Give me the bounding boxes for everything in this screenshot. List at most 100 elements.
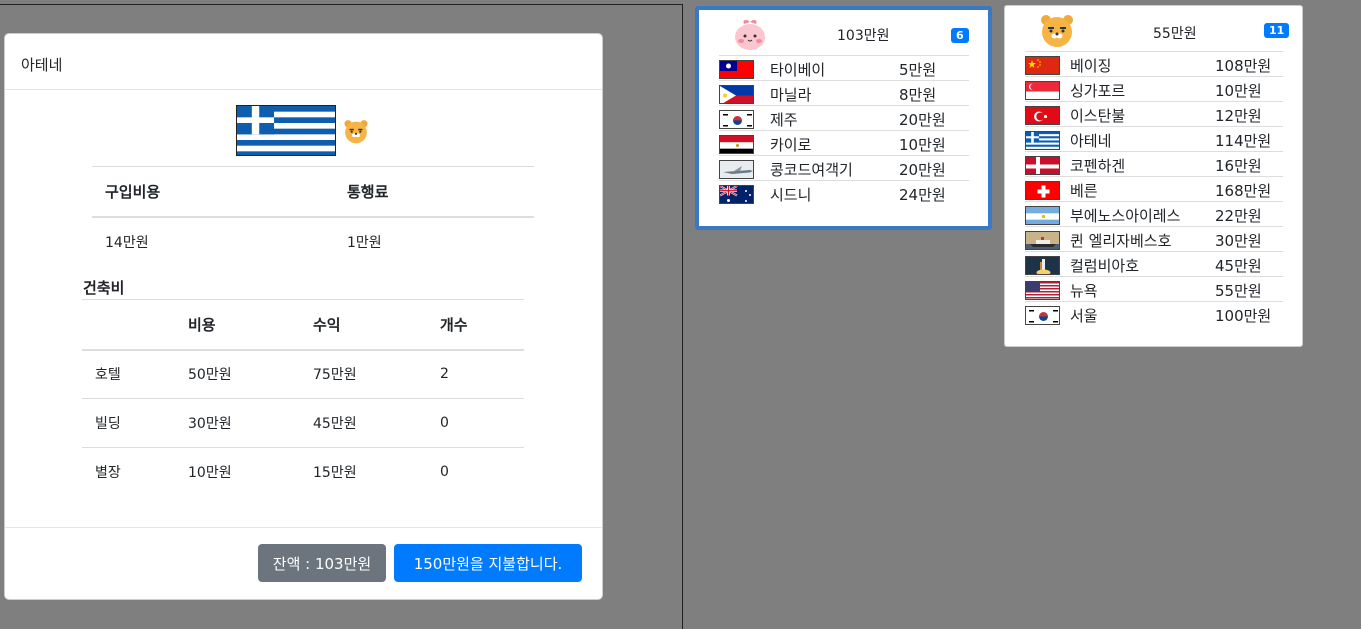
columbia-shuttle-icon: [1025, 256, 1060, 275]
list-item: 베른 168만원: [1025, 176, 1283, 201]
city-name: 타이베이: [770, 61, 826, 79]
toll-value: 1만원: [347, 235, 382, 251]
list-item: 뉴욕 55만원: [1025, 276, 1283, 301]
col-cost: 비용: [175, 299, 300, 351]
city-name: 베른: [1070, 182, 1098, 200]
city-name: 마닐라: [770, 86, 812, 104]
city-name: 컬럼비아호: [1070, 257, 1140, 275]
city-name: 이스탄불: [1070, 107, 1126, 125]
city-price: 30만원: [1215, 232, 1262, 250]
list-item: 싱가포르 10만원: [1025, 76, 1283, 101]
denmark-flag-icon: [1025, 156, 1060, 175]
player-header: 103만원 6: [699, 10, 988, 52]
top-border: [0, 4, 683, 5]
building-income: 45만원: [300, 398, 427, 448]
table-row: 호텔 50만원 75만원 2: [82, 349, 524, 399]
building-cost: 30만원: [175, 398, 300, 448]
city-price: 45만원: [1215, 257, 1262, 275]
col-income: 수익: [300, 299, 427, 351]
building-cost: 10만원: [188, 465, 232, 482]
city-price: 22만원: [1215, 207, 1262, 225]
city-price: 8만원: [899, 86, 937, 104]
city-price: 168만원: [1215, 182, 1272, 200]
list-item: 컬럼비아호 45만원: [1025, 251, 1283, 276]
city-price: 100만원: [1215, 307, 1272, 325]
list-item: 서울 100만원: [1025, 301, 1283, 326]
table-row: 빌딩 30만원 45만원 0: [82, 398, 524, 448]
purchase-header: 구입비용: [92, 166, 334, 218]
city-name: 시드니: [770, 186, 812, 204]
player-money: 103만원: [837, 28, 890, 44]
list-item: 아테네 114만원: [1025, 126, 1283, 151]
building-income: 75만원: [300, 349, 427, 399]
city-name: 베이징: [1070, 57, 1112, 75]
building-name: 호텔: [82, 349, 175, 399]
list-item: 부에노스아이레스 22만원: [1025, 201, 1283, 226]
building-cost-title: 건축비: [83, 279, 125, 297]
building-count: 0: [440, 464, 449, 481]
building-table: 비용 수익 개수 호텔 50만원 75만원 2 빌딩 30만원 45만원 0 별…: [82, 299, 524, 497]
board-divider: [682, 4, 683, 629]
city-price: 20만원: [899, 111, 946, 129]
city-price: 114만원: [1215, 132, 1272, 150]
city-name: 퀸 엘리자베스호: [1070, 232, 1172, 250]
city-price: 108만원: [1215, 57, 1272, 75]
list-item: 베이징 108만원: [1025, 51, 1283, 76]
property-list: 베이징 108만원 싱가포르 10만원 이스탄불 12만원 아테네 114만원: [1025, 51, 1283, 326]
player-money: 55만원: [1153, 26, 1197, 42]
city-name: 서울: [1070, 307, 1098, 325]
city-name: 부에노스아이레스: [1070, 207, 1181, 225]
city-price: 24만원: [899, 186, 946, 204]
korea-flag-icon: [719, 110, 754, 129]
pay-button[interactable]: 150만원을 지불합니다.: [394, 544, 582, 582]
turn-badge: 6: [951, 28, 969, 43]
turn-badge: 11: [1264, 23, 1290, 38]
list-item: 마닐라 8만원: [719, 80, 969, 105]
list-item: 콩코드여객기 20만원: [719, 155, 969, 180]
col-empty: [82, 299, 175, 351]
city-price: 5만원: [899, 61, 937, 79]
cost-table: 구입비용 통행료 14만원 1만원: [92, 166, 534, 267]
col-count: 개수: [427, 299, 524, 351]
city-name: 싱가포르: [1070, 82, 1126, 100]
usa-flag-icon: [1025, 281, 1060, 300]
switzerland-flag-icon: [1025, 181, 1060, 200]
turkey-flag-icon: [1025, 106, 1060, 125]
taiwan-flag-icon: [719, 60, 754, 79]
list-item: 퀸 엘리자베스호 30만원: [1025, 226, 1283, 251]
city-price: 10만원: [1215, 82, 1262, 100]
list-item: 타이베이 5만원: [719, 55, 969, 80]
building-name: 빌딩: [82, 398, 175, 448]
list-item: 코펜하겐 16만원: [1025, 151, 1283, 176]
list-item: 시드니 24만원: [719, 180, 969, 205]
greece-flag-icon: [236, 105, 336, 156]
apeach-avatar-icon: [732, 16, 768, 52]
greece-flag-icon: [1025, 131, 1060, 150]
toll-header: 통행료: [334, 166, 534, 218]
modal-footer: 잔액 : 103만원 150만원을 지불합니다.: [5, 527, 602, 599]
city-price: 55만원: [1215, 282, 1262, 300]
queen-elizabeth-ship-icon: [1025, 231, 1060, 250]
balance-button[interactable]: 잔액 : 103만원: [258, 544, 386, 582]
city-price: 20만원: [899, 161, 946, 179]
egypt-flag-icon: [719, 135, 754, 154]
property-list: 타이베이 5만원 마닐라 8만원 제주 20만원 카이로 10만원 콩코드여객기…: [719, 55, 969, 205]
china-flag-icon: [1025, 56, 1060, 75]
purchase-value: 14만원: [105, 235, 149, 251]
philippines-flag-icon: [719, 85, 754, 104]
singapore-flag-icon: [1025, 81, 1060, 100]
property-modal: 아테네 구입비용 통행료 14만원 1만원 건축비 비용 수익 개수 호텔 50…: [4, 33, 603, 600]
modal-title: 아테네: [21, 56, 63, 74]
australia-flag-icon: [719, 185, 754, 204]
city-price: 10만원: [899, 136, 946, 154]
concorde-icon: [719, 160, 754, 179]
city-price: 16만원: [1215, 157, 1262, 175]
korea-flag-icon: [1025, 306, 1060, 325]
city-name: 뉴욕: [1070, 282, 1098, 300]
player-card-apeach: 103만원 6 타이베이 5만원 마닐라 8만원 제주 20만원 카이로 10만…: [695, 6, 992, 230]
ryan-character-icon: [343, 118, 369, 144]
list-item: 제주 20만원: [719, 105, 969, 130]
building-count: 0: [427, 398, 524, 448]
modal-body: 구입비용 통행료 14만원 1만원 건축비 비용 수익 개수 호텔 50만원 7…: [5, 90, 602, 528]
building-cost: 50만원: [175, 349, 300, 399]
